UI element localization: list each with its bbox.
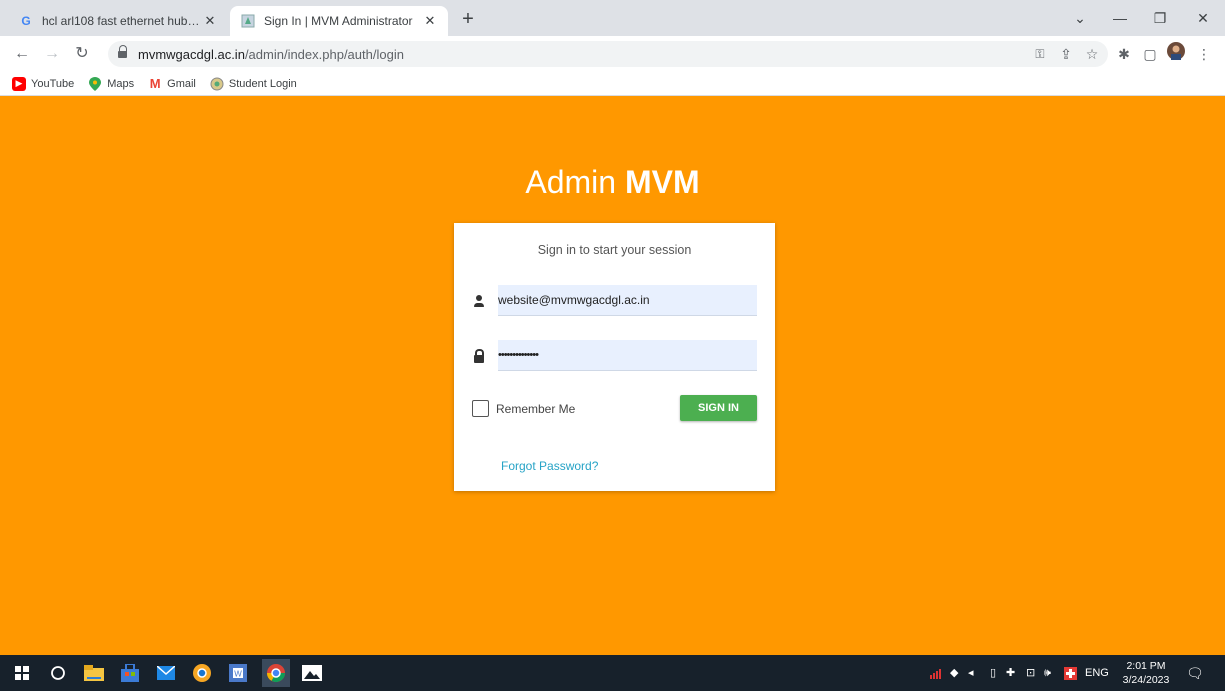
close-tab-icon[interactable]: ✕ [422, 13, 438, 29]
back-arrow-icon[interactable]: ← [10, 42, 34, 66]
bookmark-label: Gmail [167, 77, 196, 90]
clock-date: 3/24/2023 [1122, 674, 1170, 686]
tab-title: hcl arl108 fast ethernet hub - Go [42, 14, 202, 28]
person-icon [472, 294, 486, 308]
forgot-password-link[interactable]: Forgot Password? [501, 459, 598, 473]
reload-icon[interactable]: ↻ [70, 42, 94, 66]
chrome-yellow-icon[interactable] [190, 661, 214, 685]
youtube-icon: ▶ [12, 76, 26, 91]
restore-button[interactable]: ❐ [1140, 0, 1180, 36]
tray-arrow-icon[interactable]: ◂ [968, 655, 974, 691]
network-signal-icon[interactable] [930, 655, 944, 691]
url-path: /admin/index.php/auth/login [244, 46, 404, 62]
tab-search-chevron-icon[interactable]: ⌄ [1060, 0, 1100, 36]
login-logo: Admin MVM [0, 164, 1225, 201]
browser-tab-strip: G hcl arl108 fast ethernet hub - Go ✕ Si… [0, 0, 1225, 36]
tab-hcl-search[interactable]: G hcl arl108 fast ethernet hub - Go ✕ [8, 6, 228, 36]
bookmark-gmail[interactable]: M Gmail [148, 76, 196, 91]
tab-title: Sign In | MVM Administrator [264, 14, 413, 28]
windows-taskbar: W ◆ ◂ ▯ ✚ ⊡ 🕪 ENG 2:01 PM 3/24/2023 🗨 [0, 655, 1225, 691]
network-wired-icon[interactable]: ⊡ [1026, 655, 1035, 691]
profile-avatar-icon[interactable] [1164, 42, 1188, 66]
bookmark-label: Student Login [228, 77, 297, 90]
mail-icon[interactable] [154, 661, 178, 685]
google-icon: G [21, 14, 31, 28]
language-indicator[interactable]: ENG [1085, 655, 1109, 691]
login-box-message: Sign in to start your session [537, 243, 692, 257]
clock-time: 2:01 PM [1126, 660, 1166, 672]
menu-kebab-icon[interactable]: ⋮ [1192, 42, 1216, 66]
extensions-puzzle-icon[interactable]: ✱ [1112, 42, 1136, 66]
site-favicon-icon [240, 13, 256, 29]
bookmark-label: YouTube [31, 77, 75, 90]
logo-light-text: Admin [525, 164, 617, 200]
key-icon[interactable]: ⚿ [1028, 42, 1052, 66]
bookmarks-bar: ▶ YouTube Maps M Gmail Student Login [0, 72, 1225, 96]
photos-icon[interactable] [300, 661, 324, 685]
remember-me[interactable]: Remember Me [472, 400, 575, 417]
lock-icon[interactable] [118, 45, 128, 59]
maps-pin-icon [88, 76, 102, 91]
student-login-icon [210, 77, 224, 91]
bookmark-maps[interactable]: Maps [88, 76, 135, 91]
address-bar[interactable]: mvmwgacdgl.ac.in/admin/index.php/auth/lo… [108, 41, 1108, 67]
antivirus-icon[interactable] [1064, 655, 1077, 691]
bookmark-youtube[interactable]: ▶ YouTube [12, 76, 75, 91]
file-explorer-icon[interactable] [82, 661, 106, 685]
logo-bold-text: MVM [624, 164, 700, 200]
lock-icon [472, 349, 486, 363]
store-icon[interactable] [118, 661, 142, 685]
battery-icon[interactable]: ▯ [990, 655, 996, 691]
login-card: Sign in to start your session ••••••••••… [454, 223, 775, 491]
chrome-icon[interactable] [262, 659, 290, 687]
gmail-icon: M [149, 76, 161, 91]
forward-arrow-icon[interactable]: → [40, 42, 64, 66]
taskbar-clock[interactable]: 2:01 PM 3/24/2023 [1120, 659, 1172, 687]
bookmark-label: Maps [107, 77, 135, 90]
bookmark-star-icon[interactable]: ☆ [1080, 42, 1104, 66]
close-tab-icon[interactable]: ✕ [202, 13, 218, 29]
tab-sign-in[interactable]: Sign In | MVM Administrator ✕ [230, 6, 448, 36]
password-field-wrapper: •••••••••••••• [498, 340, 757, 371]
password-field[interactable]: •••••••••••••• [498, 349, 539, 361]
email-field-wrapper [498, 285, 757, 316]
login-page: Admin MVM Sign in to start your session … [0, 97, 1225, 655]
office-app-icon[interactable]: W [226, 661, 250, 685]
side-panel-icon[interactable]: ▢ [1138, 42, 1162, 66]
svg-text:W: W [234, 670, 242, 679]
notifications-icon[interactable]: 🗨 [1186, 655, 1204, 691]
bookmark-student-login[interactable]: Student Login [210, 77, 297, 91]
remember-me-label: Remember Me [496, 401, 576, 416]
security-tray-icon[interactable]: ✚ [1006, 655, 1015, 691]
search-circle-icon[interactable] [46, 661, 70, 685]
sign-in-button[interactable]: SIGN IN [680, 395, 757, 421]
close-window-button[interactable]: ✕ [1183, 0, 1223, 36]
speaker-icon[interactable]: 🕪 [1044, 655, 1051, 691]
address-toolbar: ← → ↻ mvmwgacdgl.ac.in/admin/index.php/a… [0, 36, 1225, 72]
url-host: mvmwgacdgl.ac.in [138, 46, 245, 62]
windows-start-icon[interactable] [10, 661, 34, 685]
tray-app-icon[interactable]: ◆ [950, 655, 958, 691]
share-icon[interactable]: ⇪ [1054, 42, 1078, 66]
email-field[interactable] [498, 285, 757, 315]
minimize-button[interactable]: — [1100, 0, 1140, 36]
new-tab-button[interactable]: + [456, 8, 480, 32]
remember-me-checkbox[interactable] [472, 400, 489, 417]
